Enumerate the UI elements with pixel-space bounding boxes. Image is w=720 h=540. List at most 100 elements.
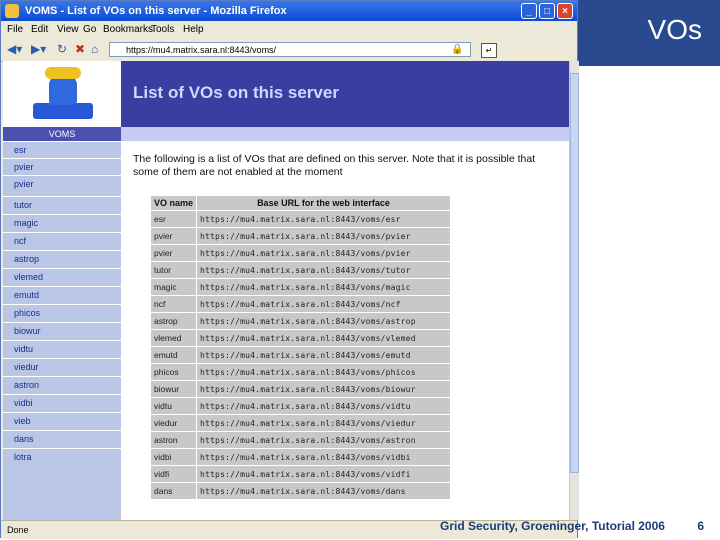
vo-url-link[interactable]: https://mu4.matrix.sara.nl:8443/voms/vid… [197,398,450,414]
vo-name-cell: esr [151,211,196,227]
slide-title: VOs [647,14,702,45]
reload-icon[interactable]: ↻ [57,42,67,56]
sidebar-item-astron[interactable]: astron [3,376,121,393]
vo-url-link[interactable]: https://mu4.matrix.sara.nl:8443/voms/esr [197,211,450,227]
vo-url-link[interactable]: https://mu4.matrix.sara.nl:8443/voms/emu… [197,347,450,363]
vo-name-cell: magic [151,279,196,295]
menu-bookmarks[interactable]: Bookmarks [103,24,153,35]
sidebar-item-viedur[interactable]: viedur [3,358,121,375]
table-row: astrop https://mu4.matrix.sara.nl:8443/vo… [151,313,450,329]
vo-name-cell: tutor [151,262,196,278]
vo-name-cell: vidbi [151,449,196,465]
url-bar[interactable]: https://mu4.matrix.sara.nl:8443/voms/ [109,42,471,57]
stop-icon[interactable]: ✖ [75,42,85,56]
menu-tools[interactable]: Tools [151,24,174,35]
menu-view[interactable]: View [57,24,79,35]
vo-url-link[interactable]: https://mu4.matrix.sara.nl:8443/voms/dan… [197,483,450,499]
vo-name-cell: vlemed [151,330,196,346]
window-titlebar[interactable]: VOMS - List of VOs on this server - Mozi… [1,1,577,21]
sidebar-item-astrop[interactable]: astrop [3,250,121,267]
go-icon[interactable]: ↵ [481,43,497,58]
firefox-icon [5,4,19,18]
vo-name-cell: dans [151,483,196,499]
stamp-base-shape [33,103,93,119]
table-row: magic https://mu4.matrix.sara.nl:8443/vom… [151,279,450,295]
sidebar: esr pvier pvier tutor magic ncf astrop v… [3,141,121,520]
sidebar-item-magic[interactable]: magic [3,214,121,231]
column-header-vo-name: VO name [151,196,196,210]
table-row: dans https://mu4.matrix.sara.nl:8443/voms… [151,483,450,499]
vo-name-cell: astron [151,432,196,448]
sidebar-item-emutd[interactable]: emutd [3,286,121,303]
sidebar-item-vlemed[interactable]: vlemed [3,268,121,285]
close-icon[interactable]: × [557,3,573,19]
vo-url-link[interactable]: https://mu4.matrix.sara.nl:8443/voms/ast… [197,432,450,448]
vo-url-link[interactable]: https://mu4.matrix.sara.nl:8443/voms/bio… [197,381,450,397]
vo-name-cell: emutd [151,347,196,363]
table-row: biowur https://mu4.matrix.sara.nl:8443/vo… [151,381,450,397]
intro-text: The following is a list of VOs that are … [133,153,536,178]
table-row: vlemed https://mu4.matrix.sara.nl:8443/vo… [151,330,450,346]
forward-icon[interactable]: ▶▾ [31,42,46,56]
table-row: ncf https://mu4.matrix.sara.nl:8443/voms/… [151,296,450,312]
vo-url-link[interactable]: https://mu4.matrix.sara.nl:8443/voms/pvi… [197,228,450,244]
sidebar-item-vieb[interactable]: vieb [3,412,121,429]
vo-url-link[interactable]: https://mu4.matrix.sara.nl:8443/voms/mag… [197,279,450,295]
menu-go[interactable]: Go [83,24,96,35]
sidebar-item-tutor[interactable]: tutor [3,196,121,213]
vo-name-cell: vidfi [151,466,196,482]
menu-help[interactable]: Help [183,24,204,35]
sidebar-item-phicos[interactable]: phicos [3,304,121,321]
sidebar-item-pvier-2[interactable]: pvier [3,175,121,192]
vo-name-cell: ncf [151,296,196,312]
stamp-handle-shape [49,75,77,105]
table-row: tutor https://mu4.matrix.sara.nl:8443/vom… [151,262,450,278]
vo-name-cell: astrop [151,313,196,329]
sidebar-item-ncf[interactable]: ncf [3,232,121,249]
table-row: vidbi https://mu4.matrix.sara.nl:8443/vom… [151,449,450,465]
menu-file[interactable]: File [7,24,23,35]
vo-url-link[interactable]: https://mu4.matrix.sara.nl:8443/voms/pvi… [197,245,450,261]
home-icon[interactable]: ⌂ [91,42,98,56]
vo-url-link[interactable]: https://mu4.matrix.sara.nl:8443/voms/ast… [197,313,450,329]
vo-url-link[interactable]: https://mu4.matrix.sara.nl:8443/voms/vie… [197,415,450,431]
browser-window: VOMS - List of VOs on this server - Mozi… [0,0,579,539]
sidebar-item-esr[interactable]: esr [3,141,121,158]
stamp-top-shape [45,67,81,79]
vo-url-link[interactable]: https://mu4.matrix.sara.nl:8443/voms/vid… [197,449,450,465]
vo-name-cell: vidtu [151,398,196,414]
slide-page-number: 6 [697,519,704,533]
back-icon[interactable]: ◀▾ [7,42,22,56]
page-viewport: List of VOs on this server VOMS esr pvie… [3,61,569,520]
vo-url-link[interactable]: https://mu4.matrix.sara.nl:8443/voms/vle… [197,330,450,346]
sidebar-item-pvier[interactable]: pvier [3,158,121,175]
vo-name-cell: phicos [151,364,196,380]
sidebar-item-biowur[interactable]: biowur [3,322,121,339]
sidebar-item-lotra[interactable]: lotra [3,448,121,465]
page-header: List of VOs on this server [3,61,569,127]
vo-name-cell: biowur [151,381,196,397]
table-row: pvier https://mu4.matrix.sara.nl:8443/vom… [151,228,450,244]
sidebar-item-vidbi[interactable]: vidbi [3,394,121,411]
sidebar-item-dans[interactable]: dans [3,430,121,447]
lock-icon: 🔒 [451,44,464,55]
vo-table: VO name Base URL for the web interface e… [150,195,451,500]
table-row: emutd https://mu4.matrix.sara.nl:8443/vom… [151,347,450,363]
maximize-icon[interactable]: □ [539,3,555,19]
vo-url-link[interactable]: https://mu4.matrix.sara.nl:8443/voms/vid… [197,466,450,482]
vo-name-cell: viedur [151,415,196,431]
table-row: astron https://mu4.matrix.sara.nl:8443/vo… [151,432,450,448]
sidebar-item-vidtu[interactable]: vidtu [3,340,121,357]
table-row: pvier https://mu4.matrix.sara.nl:8443/vom… [151,245,450,261]
table-row: phicos https://mu4.matrix.sara.nl:8443/vo… [151,364,450,380]
menu-edit[interactable]: Edit [31,24,48,35]
slide-footer: Grid Security, Groeninger, Tutorial 2006 [440,519,665,533]
vo-url-link[interactable]: https://mu4.matrix.sara.nl:8443/voms/ncf [197,296,450,312]
scrollbar-thumb[interactable] [570,73,579,473]
table-row: vidfi https://mu4.matrix.sara.nl:8443/vom… [151,466,450,482]
vertical-scrollbar[interactable] [569,61,579,520]
minimize-icon[interactable]: _ [521,3,537,19]
vo-url-link[interactable]: https://mu4.matrix.sara.nl:8443/voms/tut… [197,262,450,278]
window-title: VOMS - List of VOs on this server - Mozi… [25,5,287,17]
vo-url-link[interactable]: https://mu4.matrix.sara.nl:8443/voms/phi… [197,364,450,380]
